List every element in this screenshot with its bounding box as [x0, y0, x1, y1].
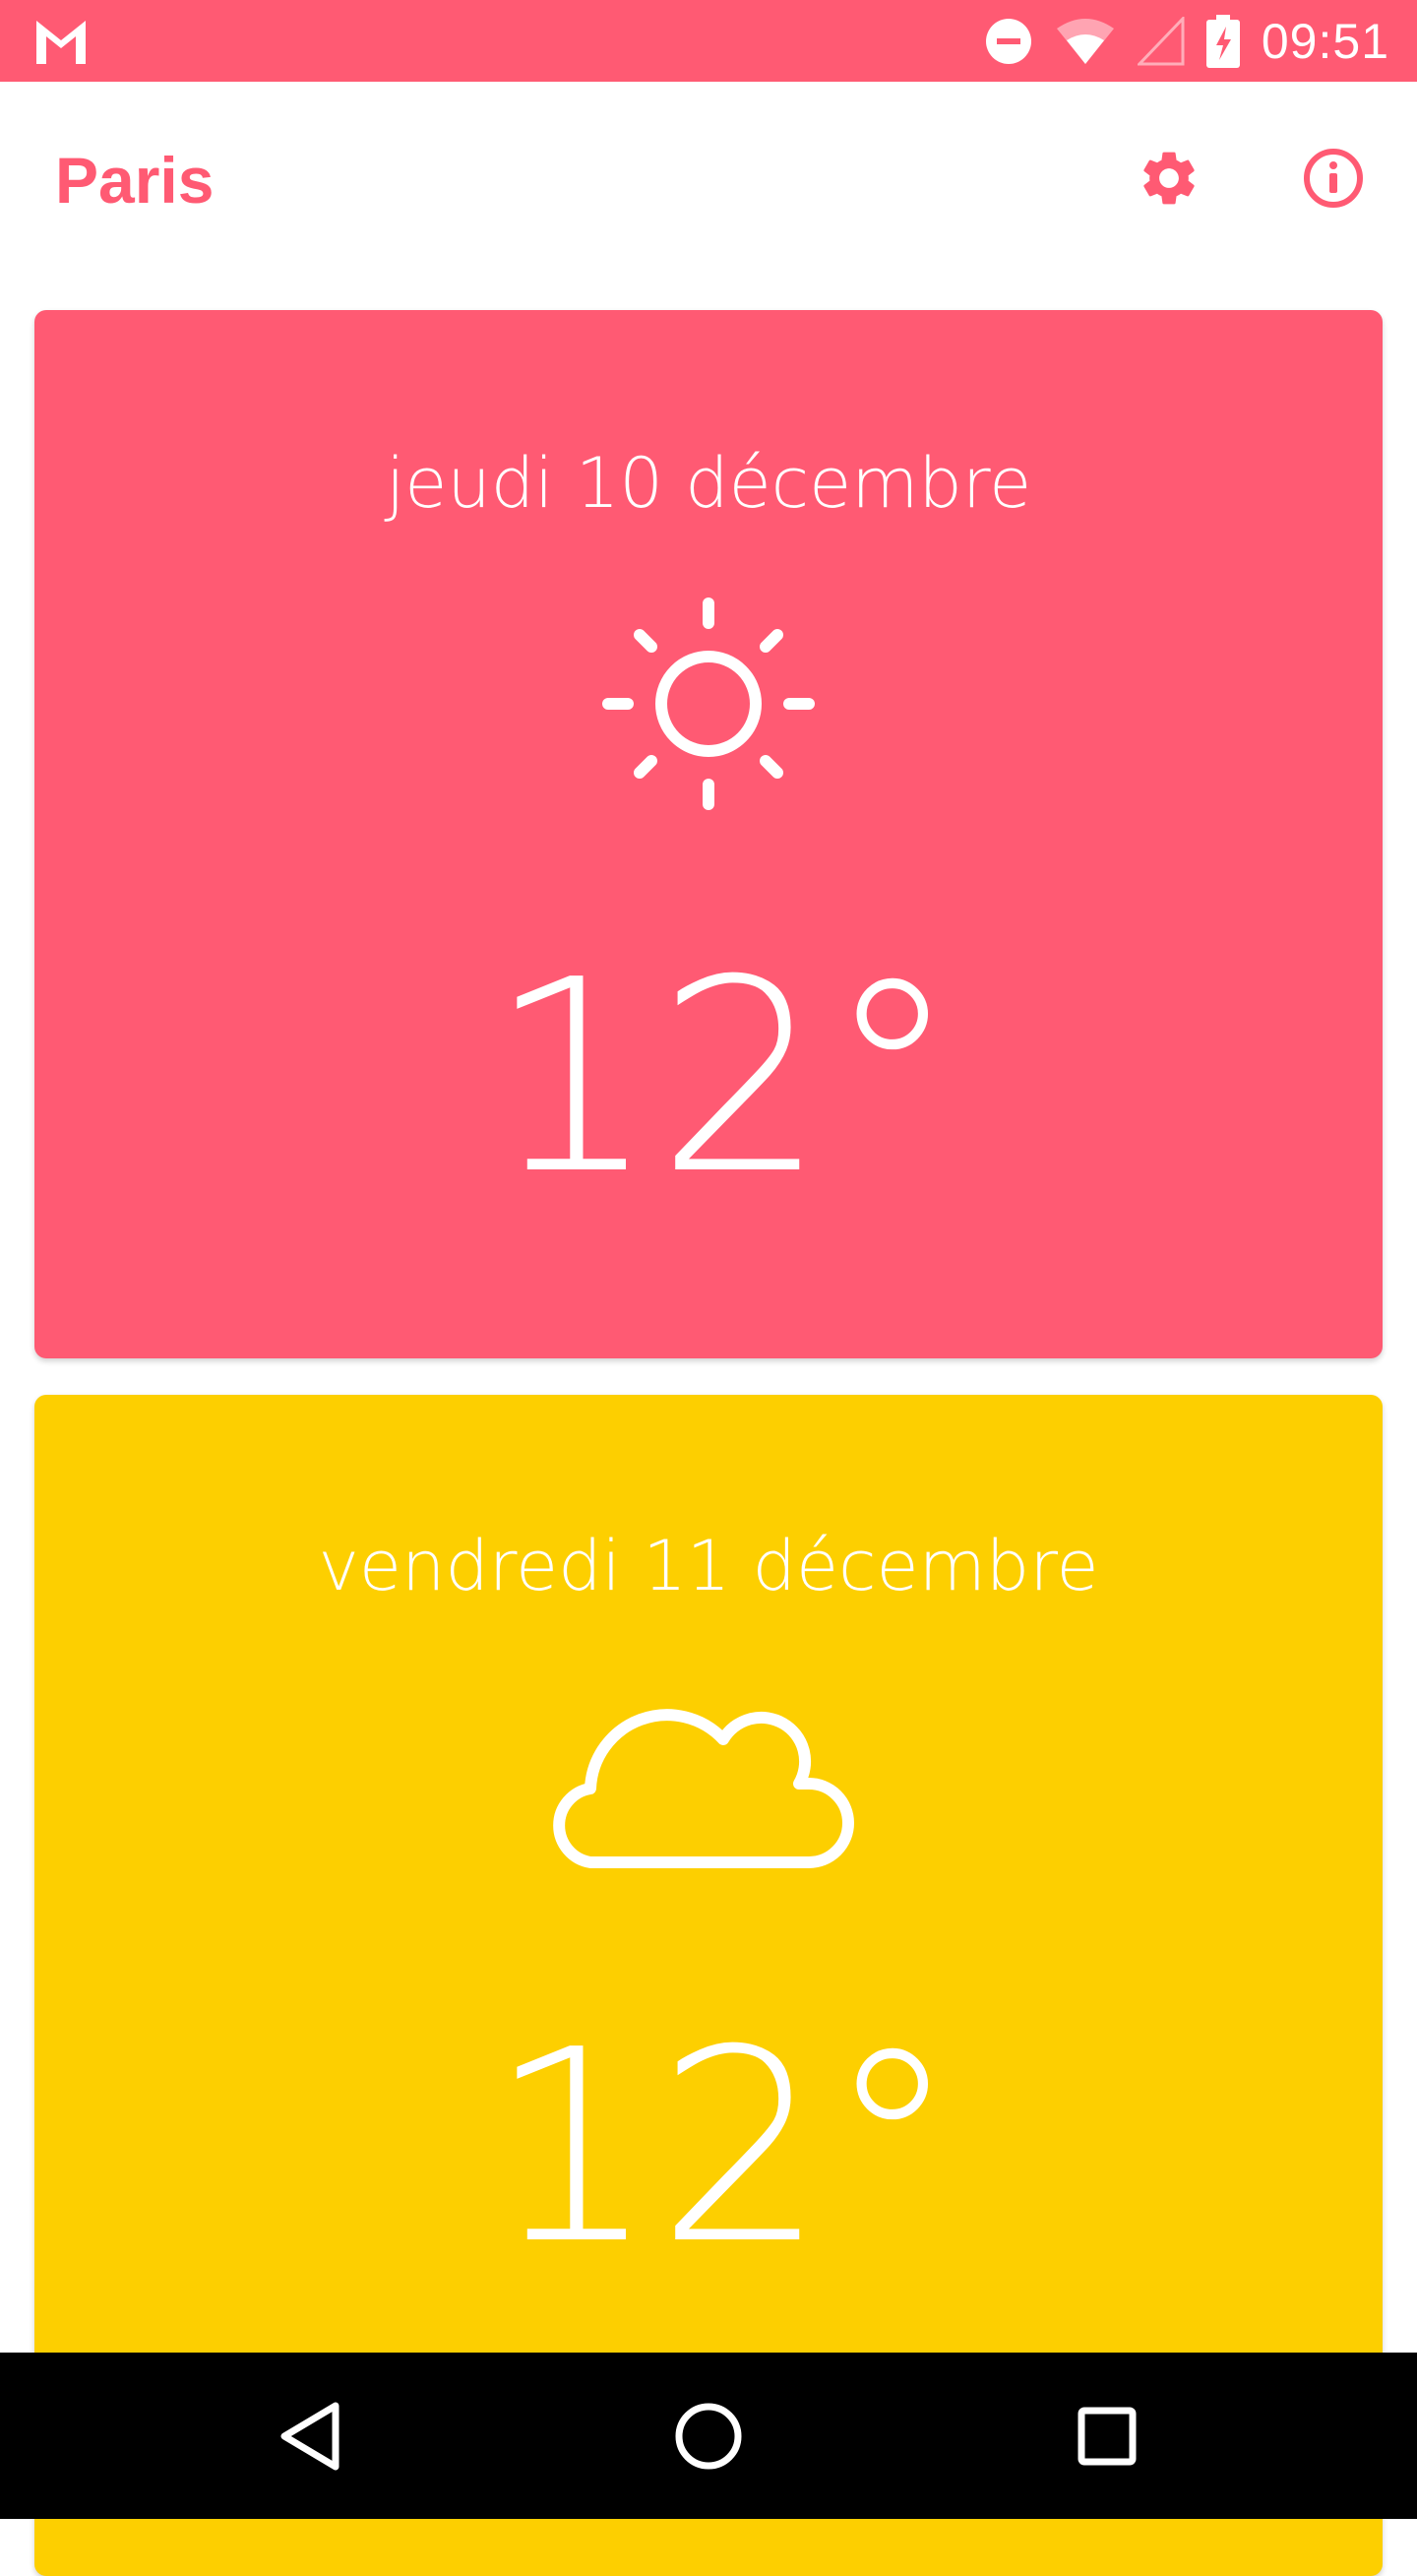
dnd-icon	[985, 18, 1031, 64]
app-bar: Paris	[0, 82, 1417, 279]
recents-button[interactable]	[1063, 2392, 1151, 2481]
forecast-date: vendredi 11 décembre	[318, 1526, 1099, 1606]
signal-icon	[1137, 16, 1185, 65]
settings-button[interactable]	[1122, 131, 1216, 225]
info-icon	[1304, 149, 1363, 208]
wifi-icon	[1056, 18, 1114, 64]
recents-icon	[1078, 2407, 1137, 2466]
forecast-temperature: 12°	[487, 922, 959, 1232]
battery-charging-icon	[1205, 14, 1240, 68]
forecast-card[interactable]: jeudi 10 décembre 12°	[34, 310, 1383, 1358]
forecast-temperature: 12°	[487, 1992, 959, 2302]
sun-icon	[602, 597, 815, 810]
status-bar: 09:51	[0, 0, 1417, 82]
info-button[interactable]	[1286, 131, 1381, 225]
home-icon	[675, 2403, 742, 2470]
settings-icon	[1143, 152, 1195, 205]
home-button[interactable]	[664, 2392, 753, 2481]
gmail-icon	[36, 21, 86, 64]
city-title: Paris	[55, 144, 215, 217]
back-button[interactable]	[266, 2392, 354, 2481]
forecast-date: jeudi 10 décembre	[385, 443, 1032, 524]
back-icon	[280, 2402, 339, 2471]
status-time: 09:51	[1261, 13, 1389, 69]
system-nav-bar	[0, 2353, 1417, 2519]
cloud-icon	[553, 1709, 854, 1868]
